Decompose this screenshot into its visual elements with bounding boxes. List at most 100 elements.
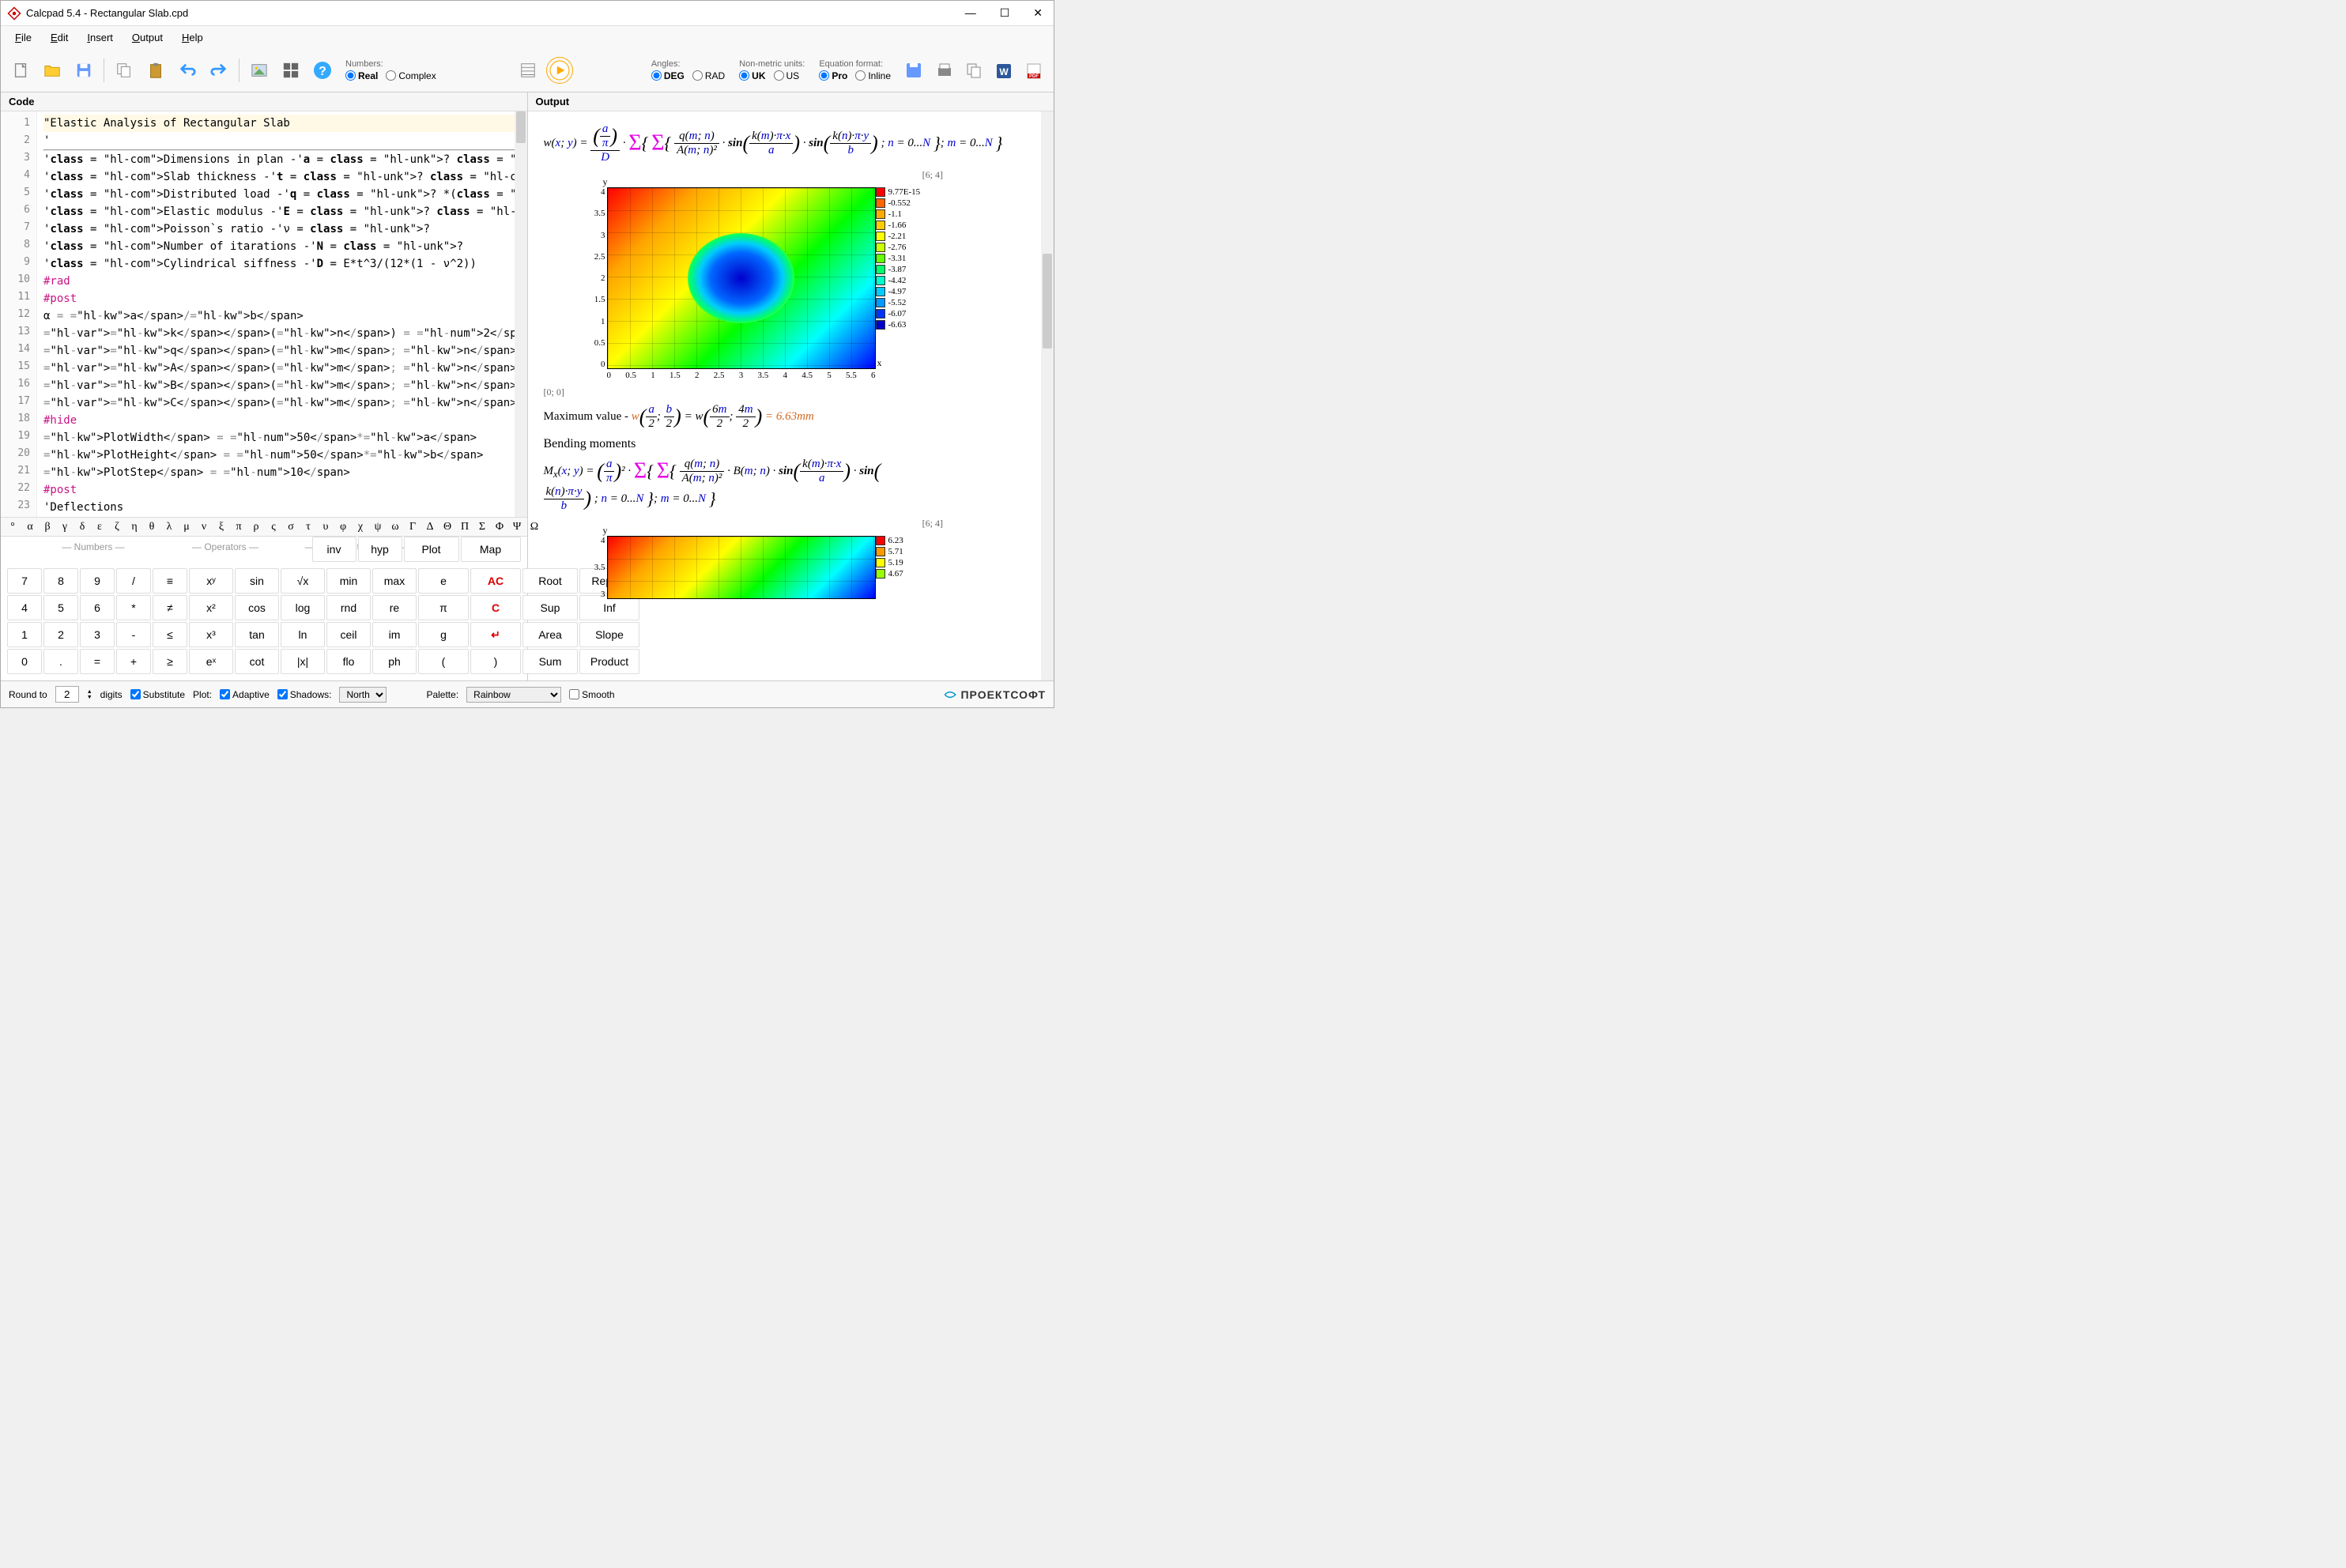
greek-Φ[interactable]: Φ [494,521,505,533]
key-0[interactable]: 0 [7,649,42,674]
maximize-button[interactable]: ☐ [995,6,1015,20]
key-flo[interactable]: flo [326,649,371,674]
redo-button[interactable] [206,57,232,84]
key-g[interactable]: g [418,622,469,647]
open-file-button[interactable] [39,57,66,84]
greek-ε[interactable]: ε [94,521,105,533]
code-editor[interactable]: "Elastic Analysis of Rectangular Slab''c… [37,111,527,517]
greek-Δ[interactable]: Δ [424,521,436,533]
key-xʸ[interactable]: xʸ [189,568,233,594]
key-6[interactable]: 6 [80,595,115,620]
toggle-view-button[interactable] [515,57,541,84]
greek-ρ[interactable]: ρ [251,521,262,533]
key-)[interactable]: ) [470,649,521,674]
help-button[interactable]: ? [309,57,336,84]
greek-λ[interactable]: λ [164,521,175,533]
key-rnd[interactable]: rnd [326,595,371,620]
greek-μ[interactable]: μ [181,521,192,533]
copy-output-button[interactable] [960,57,987,84]
radio-real[interactable]: Real [345,70,378,81]
key-=[interactable]: = [80,649,115,674]
substitute-check[interactable]: Substitute [130,689,185,700]
key-sin[interactable]: sin [235,568,279,594]
key-2[interactable]: 2 [43,622,78,647]
digits-input[interactable] [55,686,79,703]
new-file-button[interactable] [7,57,34,84]
save-output-button[interactable] [900,57,927,84]
key-x³[interactable]: x³ [189,622,233,647]
greek-ψ[interactable]: ψ [372,521,383,533]
key-π[interactable]: π [418,595,469,620]
key-3[interactable]: 3 [80,622,115,647]
key-cot[interactable]: cot [235,649,279,674]
key-↵[interactable]: ↵ [470,622,521,647]
copy-button[interactable] [111,57,138,84]
key-≡[interactable]: ≡ [153,568,187,594]
greek-ω[interactable]: ω [390,521,401,533]
menu-help[interactable]: Help [174,30,211,45]
greek-Π[interactable]: Π [459,521,470,533]
greek-ν[interactable]: ν [198,521,209,533]
key-im[interactable]: im [372,622,417,647]
greek-θ[interactable]: θ [146,521,157,533]
greek-δ[interactable]: δ [77,521,88,533]
menu-output[interactable]: Output [124,30,171,45]
smooth-check[interactable]: Smooth [569,689,614,700]
key-≤[interactable]: ≤ [153,622,187,647]
key-eˣ[interactable]: eˣ [189,649,233,674]
radio-pro[interactable]: Pro [819,70,847,81]
key-inv[interactable]: inv [312,537,356,562]
key-max[interactable]: max [372,568,417,594]
greek-η[interactable]: η [129,521,140,533]
module-button[interactable] [277,57,304,84]
shadows-check[interactable]: Shadows: [277,689,332,700]
digits-spinner[interactable]: ▲▼ [87,689,92,700]
greek-υ[interactable]: υ [320,521,331,533]
key-1[interactable]: 1 [7,622,42,647]
greek-Σ[interactable]: Σ [477,521,488,533]
radio-deg[interactable]: DEG [651,70,685,81]
greek-Ψ[interactable]: Ψ [511,521,522,533]
key-re[interactable]: re [372,595,417,620]
greek-Γ[interactable]: Γ [407,521,418,533]
adaptive-check[interactable]: Adaptive [220,689,270,700]
key-5[interactable]: 5 [43,595,78,620]
radio-complex[interactable]: Complex [386,70,436,81]
key-tan[interactable]: tan [235,622,279,647]
radio-uk[interactable]: UK [739,70,765,81]
greek-°[interactable]: ° [7,521,18,533]
paste-button[interactable] [142,57,169,84]
greek-γ[interactable]: γ [59,521,70,533]
key-ln[interactable]: ln [281,622,325,647]
key-.[interactable]: . [43,649,78,674]
key-ceil[interactable]: ceil [326,622,371,647]
undo-button[interactable] [174,57,201,84]
key-≥[interactable]: ≥ [153,649,187,674]
greek-ζ[interactable]: ζ [111,521,123,533]
word-export-button[interactable]: W [990,57,1017,84]
key-/[interactable]: / [116,568,151,594]
key-≠[interactable]: ≠ [153,595,187,620]
greek-φ[interactable]: φ [338,521,349,533]
key-*[interactable]: * [116,595,151,620]
menu-edit[interactable]: Edit [43,30,76,45]
key-hyp[interactable]: hyp [358,537,402,562]
image-button[interactable] [246,57,273,84]
shadows-select[interactable]: North [339,687,387,703]
greek-χ[interactable]: χ [355,521,366,533]
key-+[interactable]: + [116,649,151,674]
output-area[interactable]: w(x; y) = (aπ)D · Σ{ Σ{ q(m; n)A(m; n)² … [528,111,1054,680]
greek-Θ[interactable]: Θ [442,521,453,533]
key-x²[interactable]: x² [189,595,233,620]
greek-ς[interactable]: ς [268,521,279,533]
key-log[interactable]: log [281,595,325,620]
radio-rad[interactable]: RAD [692,70,725,81]
close-button[interactable]: ✕ [1028,6,1047,20]
key-7[interactable]: 7 [7,568,42,594]
key-cos[interactable]: cos [235,595,279,620]
greek-σ[interactable]: σ [285,521,296,533]
pdf-export-button[interactable]: PDF [1020,57,1047,84]
minimize-button[interactable]: — [960,6,981,20]
key-AC[interactable]: AC [470,568,521,594]
key-plot[interactable]: Plot [404,537,459,562]
